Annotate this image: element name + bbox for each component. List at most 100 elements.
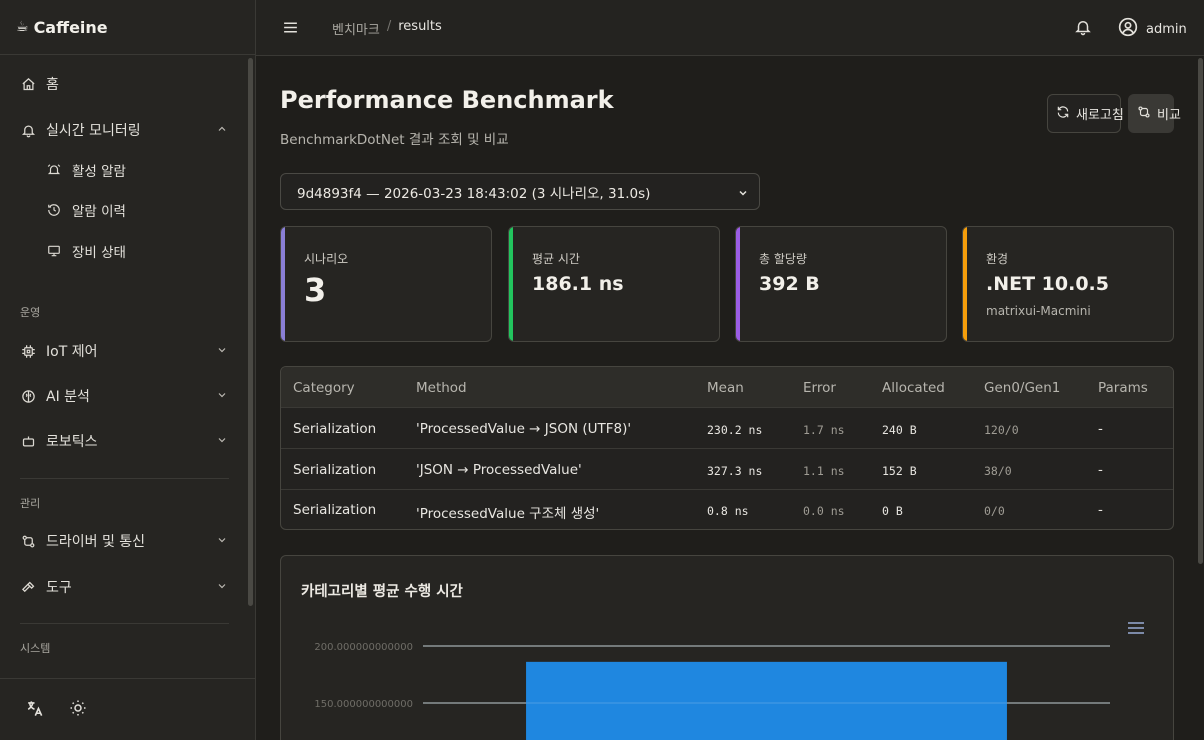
sidebar-item-label: 활성 알람 [72,164,126,180]
compare-button[interactable]: 비교 [1128,94,1181,133]
table-cell: - [1098,421,1103,437]
table-row[interactable]: Serialization 'ProcessedValue → JSON (UT… [281,408,1173,449]
sidebar-item-label: 도구 [46,580,72,596]
y-tick-label: 150.000000000000 [314,699,413,710]
theme-toggle[interactable] [67,699,89,721]
section-label-operation: 운영 [20,306,41,319]
section-label-system: 시스템 [20,642,51,655]
sidebar-item-driver-comm[interactable]: 드라이버 및 통신 [0,523,248,559]
table-cell: 0.0 ns [803,504,845,518]
stat-card-scenarios: 시나리오 3 [280,226,492,342]
chevron-down-icon [216,534,228,550]
sidebar-item-label: 홈 [46,77,59,93]
sidebar-scrollbar[interactable] [248,58,253,606]
card-sub: matrixui-Macmini [986,304,1091,318]
table-cell: - [1098,462,1103,478]
table-cell: Serialization [293,462,377,478]
sidebar: ☕ Caffeine 홈 실시간 모니터링 활성 알람 알람 이력 장비 상태 … [0,0,256,740]
alarm-icon [46,162,62,178]
sidebar-item-realtime-monitoring[interactable]: 실시간 모니터링 [0,112,248,148]
main-scrollbar[interactable] [1198,58,1203,564]
sidebar-item-ai-analysis[interactable]: AI 분석 [0,378,248,414]
brain-icon [20,388,36,404]
chevron-down-icon [216,580,228,596]
table-header[interactable]: Params [1098,380,1148,396]
table-header[interactable]: Error [803,380,836,396]
card-accent-bar [281,227,285,341]
table-header[interactable]: Category [293,380,355,396]
home-icon [20,76,36,92]
bell-icon [1074,21,1092,40]
card-accent-bar [963,227,967,341]
table-cell: 'ProcessedValue → JSON (UTF8)' [416,421,632,437]
refresh-button[interactable]: 새로고침 [1047,94,1124,133]
card-accent-bar [736,227,740,341]
table-cell: 120/0 [984,423,1019,437]
breadcrumb-item-results: results [398,19,442,34]
table-cell: 1.1 ns [803,464,845,478]
card-label: 총 할당량 [759,252,807,266]
compare-label: 비교 [1157,108,1181,123]
sidebar-item-tools[interactable]: 도구 [0,569,248,605]
sidebar-item-label: 로보틱스 [46,434,98,450]
card-value: .NET 10.0.5 [986,273,1109,295]
history-icon [46,202,62,218]
table-header[interactable]: Method [416,380,467,396]
refresh-label: 새로고침 [1076,108,1124,123]
table-row[interactable]: Serialization 'ProcessedValue 구조체 생성' 0.… [281,489,1173,529]
page-title: Performance Benchmark [280,86,614,114]
card-value: 3 [304,271,327,309]
sidebar-item-label: 드라이버 및 통신 [46,534,146,550]
run-select-value: 9d4893f4 — 2026-03-23 18:43:02 (3 시나리오, … [297,185,651,202]
breadcrumb-item-benchmark[interactable]: 벤치마크 [332,19,380,38]
compare-icon [1137,105,1151,123]
sidebar-item-alarm-history[interactable]: 알람 이력 [0,192,248,228]
sidebar-item-robotics[interactable]: 로보틱스 [0,423,248,459]
sidebar-item-label: AI 분석 [46,389,90,405]
divider [20,478,229,479]
user-menu[interactable]: admin [1118,17,1187,41]
table-cell: 0 B [882,504,903,518]
table-cell: 0/0 [984,504,1005,518]
brand[interactable]: ☕ Caffeine [0,0,255,55]
card-accent-bar [509,227,513,341]
breadcrumb-separator: / [386,19,392,34]
card-value: 392 B [759,273,820,295]
sidebar-item-active-alarm[interactable]: 활성 알람 [0,152,248,188]
coffee-icon: ☕ [16,19,29,35]
table-cell: 38/0 [984,464,1012,478]
bar-serialization[interactable] [526,661,1007,740]
table-row[interactable]: Serialization 'JSON → ProcessedValue' 32… [281,449,1173,490]
bell-icon [20,122,36,138]
table-header[interactable]: Allocated [882,380,945,396]
chip-icon [20,343,36,359]
run-select[interactable]: 9d4893f4 — 2026-03-23 18:43:02 (3 시나리오, … [280,173,760,210]
card-label: 시나리오 [304,252,349,266]
card-label: 평균 시간 [532,252,580,266]
sidebar-item-device-status[interactable]: 장비 상태 [0,233,248,269]
chevron-down-icon [216,344,228,360]
table-header[interactable]: Mean [707,380,744,396]
sidebar-item-label: 실시간 모니터링 [46,123,141,139]
user-name: admin [1146,21,1187,37]
bar-chart: 200.000000000000 150.000000000000 [314,642,1110,740]
sidebar-item-iot-control[interactable]: IoT 제어 [0,333,248,369]
chevron-up-icon [216,123,228,139]
chevron-down-icon [737,187,749,203]
hamburger-icon [282,21,299,40]
language-button[interactable] [23,699,45,721]
table-header[interactable]: Gen0/Gen1 [984,380,1060,396]
table-cell: 240 B [882,423,917,437]
notifications-button[interactable] [1074,18,1092,40]
card-label: 환경 [986,252,1009,266]
sidebar-footer [0,678,256,740]
user-circle-icon [1118,17,1138,41]
table-cell: 'ProcessedValue 구조체 생성' [416,506,600,522]
sidebar-nav: 홈 실시간 모니터링 활성 알람 알람 이력 장비 상태 운영 IoT 제어 A… [0,56,248,678]
stat-card-avg-time: 평균 시간 186.1 ns [508,226,720,342]
menu-toggle-button[interactable] [282,19,299,40]
sidebar-item-label: 장비 상태 [72,245,126,261]
hammer-icon [20,579,36,595]
sidebar-item-home[interactable]: 홈 [0,66,248,102]
results-table: Category Method Mean Error Allocated Gen… [280,366,1174,530]
